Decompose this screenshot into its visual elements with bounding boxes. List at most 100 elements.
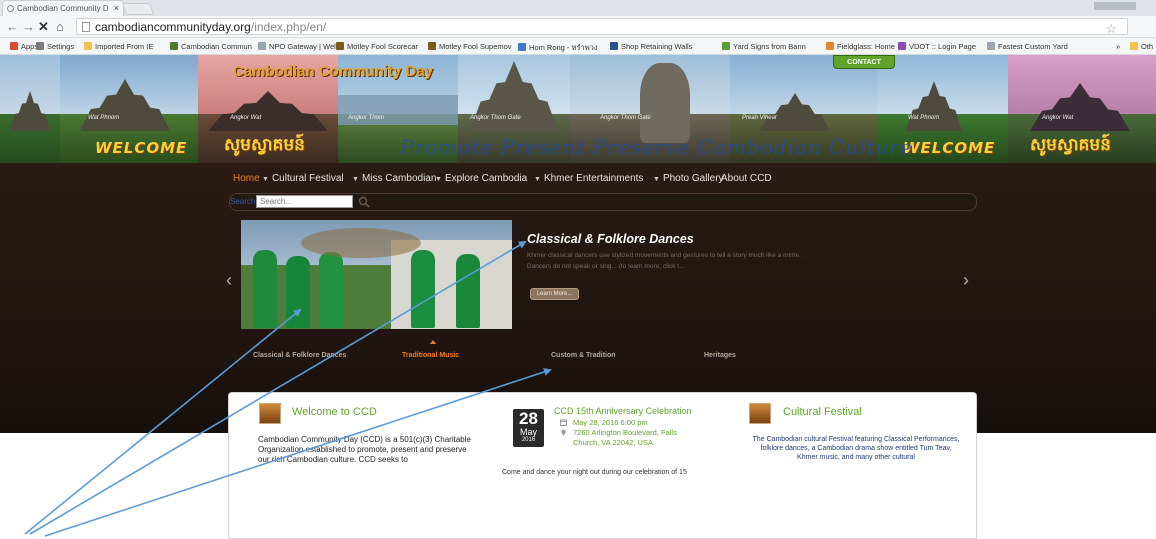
event-address-line-2: Church, VA 22042, USA xyxy=(573,438,653,447)
bookmark-item[interactable]: » xyxy=(1116,42,1120,51)
bookmark-star-icon[interactable]: ☆ xyxy=(1105,21,1117,37)
nav-khmer-entertainments[interactable]: ▼ Khmer Entertainments xyxy=(534,173,643,184)
tab-title: Cambodian Community D xyxy=(17,4,109,13)
search-input[interactable] xyxy=(256,195,353,208)
nav-explore-cambodia[interactable]: ▼ Explore Cambodia xyxy=(435,173,527,184)
nav-label: Photo Gallery xyxy=(662,173,724,184)
contact-button[interactable]: CONTACT xyxy=(833,55,895,69)
bookmark-label: Imported From IE xyxy=(95,42,154,51)
url-domain: cambodiancommunityday.org xyxy=(95,20,251,34)
welcome-banner-text: WELCOME xyxy=(95,139,188,157)
nav-miss-cambodian[interactable]: ▼ Miss Cambodian xyxy=(352,173,436,184)
window-controls[interactable] xyxy=(1094,2,1136,10)
forward-arrow-icon[interactable]: → xyxy=(22,19,35,34)
bookmark-label: Fastest Custom Yard xyxy=(998,42,1068,51)
calendar-icon xyxy=(560,419,567,426)
banner-caption: Angkor Wat xyxy=(230,115,262,121)
dropdown-caret-icon: ▼ xyxy=(435,176,442,183)
nav-cultural-festival[interactable]: ▼ Cultural Festival xyxy=(262,173,344,184)
event-year: 2016 xyxy=(521,437,536,443)
event-text: Come and dance your night out during our… xyxy=(502,469,687,476)
nav-photo-gallery[interactable]: ▼ Photo Gallery xyxy=(653,173,724,184)
search-label: Search xyxy=(230,197,256,206)
url-field[interactable]: cambodiancommunityday.org/index.php/en/ … xyxy=(76,18,1128,37)
slide-tab-classical-dances[interactable]: Classical & Folklore Dances xyxy=(253,352,346,359)
nav-home[interactable]: Home xyxy=(233,173,260,184)
banner-caption: Angkor Wat xyxy=(1042,115,1074,121)
loading-icon xyxy=(7,5,14,12)
bookmark-item[interactable]: Imported From IE xyxy=(84,42,153,51)
web-page: Wat Phnom Angkor Wat Angkor Thom Angkor … xyxy=(0,55,1156,539)
bookmark-item[interactable]: Yard Signs from Bann xyxy=(722,42,806,51)
bookmark-item[interactable]: Cambodian Commun xyxy=(170,42,252,51)
slide-image-dancers[interactable] xyxy=(241,220,512,329)
welcome-heading[interactable]: Welcome to CCD xyxy=(292,406,377,418)
content-panel: Welcome to CCD Cambodian Community Day (… xyxy=(228,392,977,539)
nav-label: Explore Cambodia xyxy=(444,173,528,184)
nav-about-ccd[interactable]: About CCD xyxy=(721,173,772,184)
bookmark-icon xyxy=(36,42,44,50)
bookmark-icon xyxy=(518,43,526,51)
bookmark-icon xyxy=(1130,42,1138,50)
bookmark-item[interactable]: Shop Retaining Walls xyxy=(610,42,692,51)
site-title[interactable]: Cambodian Community Day xyxy=(233,63,433,80)
dropdown-caret-icon: ▼ xyxy=(534,176,541,183)
bookmark-item[interactable]: NPO Gateway | Welco xyxy=(258,42,344,51)
bookmark-icon xyxy=(258,42,266,50)
bookmark-icon xyxy=(610,42,618,50)
festival-text: The Cambodian cultural Festival featurin… xyxy=(752,436,960,461)
event-datetime: May 28, 2016 6:00 pm xyxy=(573,418,648,427)
event-title-link[interactable]: CCD 15th Anniversary Celebration xyxy=(554,406,692,416)
slide-tab-custom-tradition[interactable]: Custom & Tradition xyxy=(551,352,616,359)
bookmark-item[interactable]: Motley Fool Supemov xyxy=(428,42,512,51)
bookmark-icon xyxy=(898,42,906,50)
bookmark-item[interactable]: Fastest Custom Yard xyxy=(987,42,1068,51)
banner-caption: Angkor Thom Gate xyxy=(600,115,651,121)
nav-label: Khmer Entertainments xyxy=(543,173,644,184)
site-tagline: Promote Present Preserve Cambodian Cultu… xyxy=(400,135,913,159)
welcome-banner-text: WELCOME xyxy=(903,139,996,157)
browser-tab[interactable]: Cambodian Community D × xyxy=(2,0,124,16)
bookmark-icon xyxy=(722,42,730,50)
bookmark-item[interactable]: Hom Rong - หรำพวง xyxy=(518,42,598,54)
nav-label: Cultural Festival xyxy=(271,173,344,184)
slide-tab-traditional-music[interactable]: Traditional Music xyxy=(402,352,459,359)
bookmark-label: Settings xyxy=(47,42,75,51)
event-month: May xyxy=(519,427,537,437)
next-slide-arrow-icon[interactable]: › xyxy=(963,270,969,291)
address-bar: ← → ✕ ⌂ cambodiancommunityday.org/index.… xyxy=(0,16,1156,38)
slide-title[interactable]: Classical & Folklore Dances xyxy=(527,232,694,246)
home-icon[interactable]: ⌂ xyxy=(56,19,64,34)
previous-slide-arrow-icon[interactable]: ‹ xyxy=(226,270,232,291)
new-tab-button[interactable] xyxy=(121,3,155,15)
bookmark-icon xyxy=(336,42,344,50)
banner-caption: Wat Phnom xyxy=(908,115,940,121)
event-address-line-1: 7260 Arlington Boulevard, Falls xyxy=(573,428,677,437)
banner-caption: Angkor Thom Gate xyxy=(470,115,521,121)
close-tab-icon[interactable]: × xyxy=(114,3,119,13)
learn-more-button[interactable]: Learn More... xyxy=(530,288,579,300)
bookmark-item[interactable]: Motley Fool Scorecar xyxy=(336,42,418,51)
bookmark-icon xyxy=(10,42,18,50)
dropdown-caret-icon: ▼ xyxy=(352,176,359,183)
nav-label: Home xyxy=(233,173,260,184)
bookmark-icon xyxy=(84,42,92,50)
khmer-welcome-text: សូមស្វាគមន៍ xyxy=(224,135,305,155)
bookmark-item[interactable]: Apps xyxy=(10,42,38,51)
tab-strip: Cambodian Community D × xyxy=(0,0,1156,16)
bookmark-icon xyxy=(826,42,834,50)
back-arrow-icon[interactable]: ← xyxy=(6,19,19,34)
bookmark-item[interactable]: VDOT :: Login Page xyxy=(898,42,976,51)
bookmark-item[interactable]: Fieldglass: Home xyxy=(826,42,895,51)
bookmark-item[interactable]: Oth xyxy=(1130,42,1153,51)
url-path: /index.php/en/ xyxy=(250,20,327,34)
search-icon[interactable] xyxy=(357,195,371,209)
festival-heading[interactable]: Cultural Festival xyxy=(783,406,862,418)
bookmark-item[interactable]: Settings xyxy=(36,42,74,51)
search-bar: Search xyxy=(229,193,977,211)
nav-label: Miss Cambodian xyxy=(361,173,437,184)
event-date-badge: 28 May 2016 xyxy=(513,409,544,447)
bookmark-icon xyxy=(987,42,995,50)
slide-tab-heritages[interactable]: Heritages xyxy=(704,352,736,359)
stop-icon[interactable]: ✕ xyxy=(38,19,49,35)
